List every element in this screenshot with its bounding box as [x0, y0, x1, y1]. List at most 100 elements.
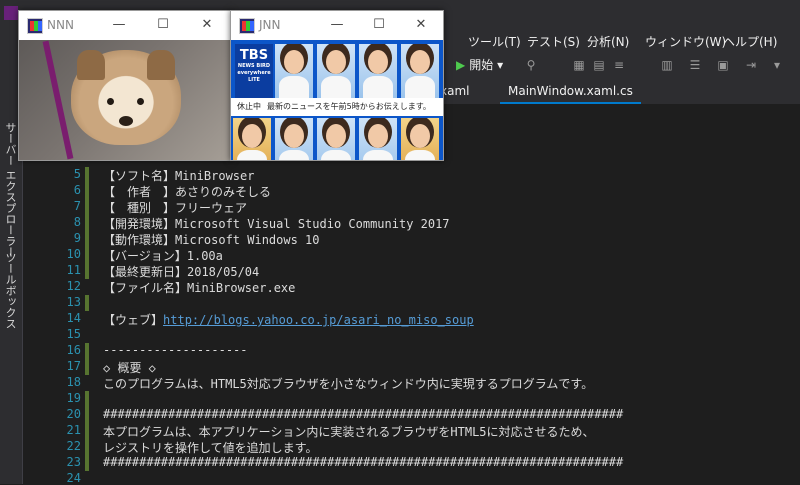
layout-icon[interactable]: ▥	[660, 58, 674, 72]
line-number: 10	[66, 247, 81, 261]
close-button[interactable]: ✕	[413, 17, 429, 33]
dog-ear	[147, 50, 175, 80]
minimize-button[interactable]: —	[329, 17, 345, 33]
toolbox-tab[interactable]: ツールボックス	[2, 252, 18, 329]
line-number: 8	[73, 215, 81, 229]
grid-icon[interactable]: ▦	[572, 58, 586, 72]
table-icon[interactable]: ▤	[592, 58, 606, 72]
announcer-photo	[359, 118, 397, 160]
line-number: 7	[73, 199, 81, 213]
line-number: 14	[66, 311, 81, 325]
ticker-status: 休止中	[237, 102, 261, 111]
play-icon: ▶	[456, 58, 466, 72]
code-line: レジストリを操作して値を追加します。	[103, 441, 318, 455]
line-number: 22	[66, 439, 81, 453]
jnn-titlebar[interactable]: JNN — ☐ ✕	[231, 11, 443, 40]
change-marker	[85, 343, 89, 375]
menu-help[interactable]: ヘルプ(H)	[723, 33, 777, 50]
code-line: 【 種別 】フリーウェア	[103, 201, 248, 215]
app-icon	[239, 18, 255, 34]
server-explorer-tab[interactable]: サーバー エクスプローラー	[2, 122, 18, 258]
code-line: 【最終更新日】2018/05/04	[103, 265, 260, 279]
code-editor[interactable]: 5 6 7 8 9 10 11 12 13 14 15 16 17 18 19 …	[23, 104, 800, 485]
dog-eye	[137, 98, 144, 105]
logo-sub: NEWS BIRD everywhere LITE	[237, 63, 271, 83]
announcer-photo	[317, 118, 355, 160]
code-line: ########################################…	[103, 455, 624, 469]
visual-studio-logo-icon	[4, 6, 18, 20]
line-number: 16	[66, 343, 81, 357]
code-line: このプログラムは、HTML5対応ブラウザを小さなウィンドウ内に実現するプログラム…	[103, 377, 594, 391]
maximize-button[interactable]: ☐	[371, 17, 387, 33]
line-number: 11	[66, 263, 81, 277]
line-number: 15	[66, 327, 81, 341]
tab-mainwindow-xaml-cs[interactable]: MainWindow.xaml.cs	[500, 80, 641, 104]
blog-link[interactable]: http://blogs.yahoo.co.jp/asari_no_miso_s…	[163, 313, 474, 327]
format-icon[interactable]: ▣	[716, 58, 730, 72]
overflow-icon[interactable]: ▾	[770, 58, 784, 72]
menu-test[interactable]: テスト(S)	[527, 33, 580, 50]
announcer-photo	[317, 44, 355, 98]
menu-window[interactable]: ウィンドウ(W)	[645, 33, 726, 50]
line-number: 5	[73, 167, 81, 181]
align-icon[interactable]: ☰	[688, 58, 702, 72]
line-number: 20	[66, 407, 81, 421]
sql-icon[interactable]: ≡	[612, 58, 626, 72]
window-title: JNN	[259, 18, 281, 32]
announcer-photo	[359, 44, 397, 98]
nnn-browser-window[interactable]: NNN — ☐ ✕	[18, 10, 232, 161]
close-button[interactable]: ✕	[199, 17, 215, 33]
minimize-button[interactable]: —	[111, 17, 127, 33]
change-marker	[85, 295, 89, 311]
line-number: 24	[66, 471, 81, 485]
announcer-photo	[275, 118, 313, 160]
line-number: 12	[66, 279, 81, 293]
line-number: 23	[66, 455, 81, 469]
start-button[interactable]: ▶ 開始 ▾	[456, 56, 503, 73]
indent-icon[interactable]: ⇥	[744, 58, 758, 72]
dog-eye	[107, 98, 114, 105]
window-title: NNN	[47, 18, 74, 32]
tbs-news-logo: TBS NEWS BIRD everywhere LITE	[235, 44, 273, 98]
announcer-photo	[233, 118, 271, 160]
announcer-photo	[275, 44, 313, 98]
news-ticker: 休止中 最新のニュースを午前5時からお伝えします。	[231, 98, 443, 116]
code-line: 【バージョン】1.00a	[103, 249, 223, 263]
code-line: 【 作者 】あさりのみそしる	[103, 185, 272, 199]
code-line: 【ウェブ】http://blogs.yahoo.co.jp/asari_no_m…	[103, 311, 474, 328]
start-label: 開始	[469, 58, 494, 72]
code-line: 【ソフト名】MiniBrowser	[103, 169, 255, 183]
code-line: 【動作環境】Microsoft Windows 10	[103, 233, 320, 247]
logo-main: TBS	[239, 48, 269, 63]
dog-head	[71, 50, 181, 145]
line-number: 17	[66, 359, 81, 373]
code-line: --------------------	[103, 343, 248, 357]
menu-analyze[interactable]: 分析(N)	[587, 33, 629, 50]
change-marker	[85, 167, 89, 279]
code-line: ◇ 概要 ◇	[103, 361, 156, 375]
app-icon	[27, 18, 43, 34]
maximize-button[interactable]: ☐	[155, 17, 171, 33]
ticker-text: 最新のニュースを午前5時からお伝えします。	[267, 102, 431, 111]
line-number: 6	[73, 183, 81, 197]
jnn-content[interactable]: TBS NEWS BIRD everywhere LITE 休止中 最新のニュース…	[231, 40, 443, 160]
nnn-titlebar[interactable]: NNN — ☐ ✕	[19, 11, 231, 40]
jnn-browser-window[interactable]: JNN — ☐ ✕ TBS NEWS BIRD everywhere LITE …	[230, 10, 444, 161]
announcer-photo	[401, 118, 439, 160]
line-number: 21	[66, 423, 81, 437]
find-icon[interactable]: ⚲	[524, 58, 538, 72]
code-line: 【開発環境】Microsoft Visual Studio Community …	[103, 217, 450, 231]
code-line: 本プログラムは、本アプリケーション内に実装されるブラウザをHTML5に対応させる…	[103, 425, 595, 439]
line-number-gutter: 5 6 7 8 9 10 11 12 13 14 15 16 17 18 19 …	[23, 104, 85, 485]
line-number: 18	[66, 375, 81, 389]
web-label: 【ウェブ】	[103, 313, 164, 327]
change-marker	[85, 391, 89, 471]
code-line: 【ファイル名】MiniBrowser.exe	[103, 281, 296, 295]
code-line: ########################################…	[103, 407, 624, 421]
dog-nose	[119, 116, 133, 126]
nnn-content[interactable]	[19, 40, 231, 160]
line-number: 13	[66, 295, 81, 309]
line-number: 19	[66, 391, 81, 405]
menu-tools[interactable]: ツール(T)	[468, 33, 521, 50]
dog-ear	[77, 50, 105, 80]
